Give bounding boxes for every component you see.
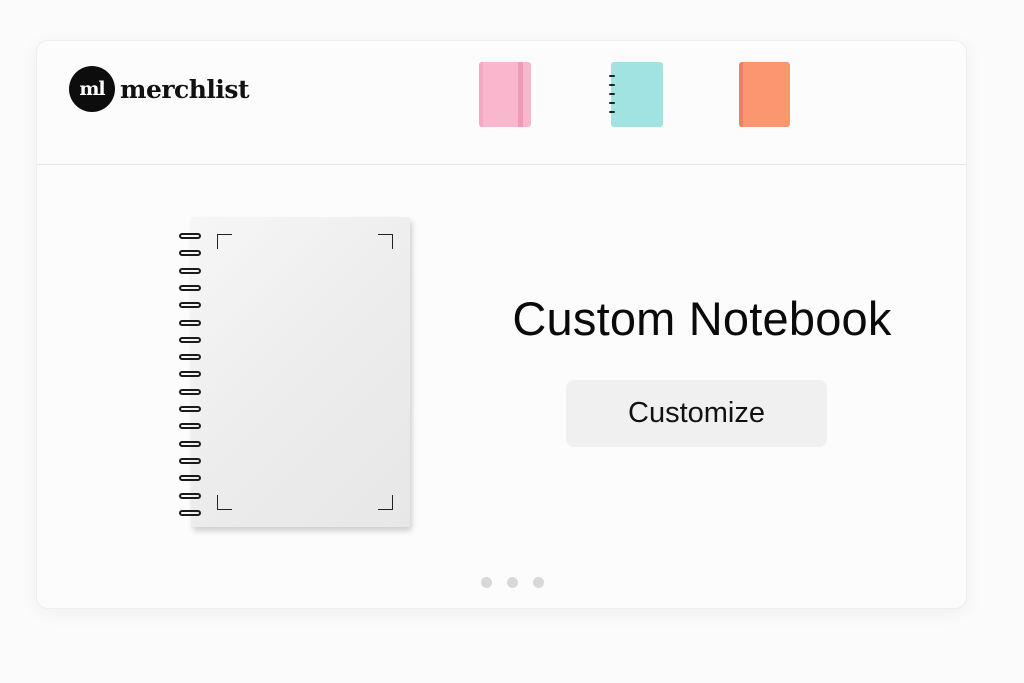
- spiral-ring: [609, 102, 615, 104]
- spiral-ring: [179, 250, 201, 257]
- carousel-dot[interactable]: [481, 577, 492, 588]
- spiral-ring: [179, 509, 201, 516]
- crop-mark-top-left: [217, 234, 232, 249]
- spiral-ring: [179, 406, 201, 412]
- spiral-ring: [179, 319, 201, 326]
- product-card: ml merchlist Custom Notebook Customize: [36, 40, 967, 609]
- spiral-ring: [609, 111, 615, 113]
- spiral-ring: [179, 284, 201, 291]
- spiral-ring: [179, 354, 201, 361]
- product-title: Custom Notebook: [512, 292, 892, 345]
- notebook-preview: [179, 217, 410, 527]
- spiral-ring: [179, 336, 201, 343]
- logo-mark: ml: [69, 66, 115, 112]
- thumbnail-pink-notebook[interactable]: [479, 62, 531, 127]
- elastic-band: [518, 62, 523, 127]
- spiral-ring: [179, 440, 201, 447]
- spiral-ring: [179, 492, 201, 499]
- carousel-dot[interactable]: [533, 577, 544, 588]
- spiral-ring: [179, 302, 201, 309]
- spiral-ring: [179, 267, 201, 274]
- carousel-dot[interactable]: [507, 577, 518, 588]
- spiral-ring: [179, 475, 201, 482]
- brand-logo[interactable]: ml merchlist: [69, 66, 250, 112]
- spiral-ring: [179, 233, 201, 239]
- crop-mark-top-right: [378, 234, 393, 249]
- thumbnail-orange-notebook[interactable]: [739, 62, 790, 127]
- crop-mark-bottom-right: [378, 495, 393, 510]
- notebook-edge: [479, 62, 483, 127]
- spiral-ring: [179, 388, 201, 395]
- spiral-ring: [609, 84, 615, 86]
- spiral-ring: [179, 371, 201, 378]
- spiral-ring: [179, 457, 201, 464]
- customize-button[interactable]: Customize: [566, 380, 827, 447]
- notebook-edge: [739, 62, 743, 127]
- crop-mark-bottom-left: [217, 495, 232, 510]
- spiral-ring: [609, 93, 615, 95]
- spiral-ring: [179, 423, 201, 430]
- header: ml merchlist: [37, 41, 966, 165]
- carousel-pagination: [481, 577, 544, 588]
- spiral-ring: [609, 75, 615, 77]
- brand-name: merchlist: [120, 74, 250, 104]
- thumbnail-teal-spiral-notebook[interactable]: [609, 62, 663, 127]
